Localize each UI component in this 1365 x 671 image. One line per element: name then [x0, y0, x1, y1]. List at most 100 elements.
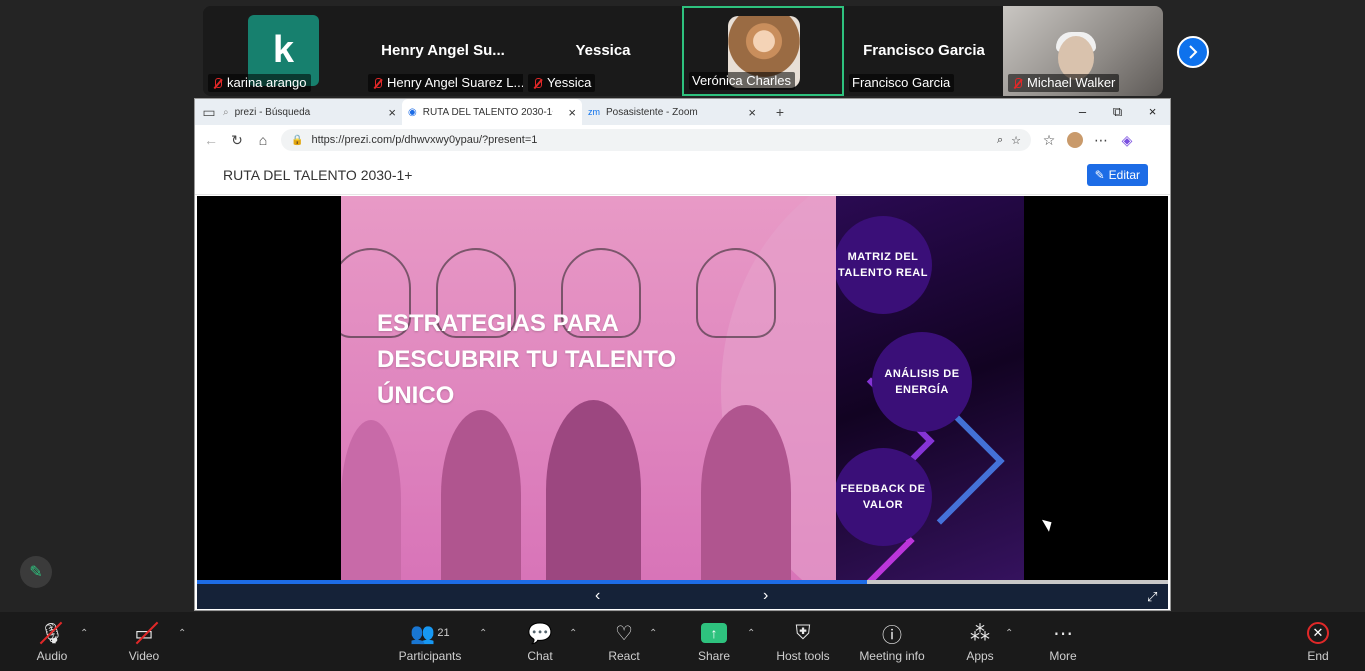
apps-icon: ⁂ — [970, 622, 990, 645]
react-button[interactable]: ♡ React — [584, 620, 664, 664]
end-call-icon: ✕ — [1307, 622, 1329, 644]
tab-prezi-search[interactable]: ⌕ prezi - Búsqueda × — [217, 99, 402, 125]
zoom-icon: zm — [588, 107, 600, 117]
participant-name-label: Verónica Charles — [689, 72, 795, 90]
participant-tile-active-speaker[interactable]: Verónica Charles — [682, 6, 844, 96]
more-options-icon[interactable]: ⋯ — [1093, 132, 1109, 149]
mic-muted-icon — [1011, 77, 1023, 90]
participant-name-label: karina arango — [208, 74, 311, 92]
new-tab-icon[interactable]: + — [772, 104, 788, 120]
participant-strip: k karina arango Henry Angel Su... Henry … — [203, 6, 1163, 96]
tab-label: prezi - Búsqueda — [234, 106, 311, 118]
participant-name: Yessica — [547, 75, 592, 90]
apps-button[interactable]: ⁂ Apps — [940, 620, 1020, 664]
tab-label: Posasistente - Zoom — [606, 106, 698, 118]
audio-button[interactable]: 🎙 Audio — [12, 620, 92, 664]
end-button[interactable]: ✕ End — [1278, 620, 1358, 663]
video-options-caret-icon[interactable]: ⌃ — [178, 628, 186, 639]
favorite-star-icon[interactable]: ☆ — [1011, 134, 1021, 147]
participants-button[interactable]: 👥 21 Participants — [390, 620, 470, 664]
meeting-toolbar: 🎙 Audio ⌃ ▭ Video ⌃ 👥 21 Participants ⌃ 💬… — [0, 612, 1365, 671]
share-button[interactable]: ↑ Share — [674, 620, 754, 663]
pencil-icon: ✎ — [1094, 168, 1105, 182]
audio-options-caret-icon[interactable]: ⌃ — [80, 628, 88, 639]
chat-label: Chat — [527, 649, 553, 663]
end-label: End — [1307, 649, 1329, 663]
mic-muted-icon — [531, 77, 543, 90]
close-icon[interactable]: × — [388, 105, 396, 120]
video-label: Video — [128, 649, 160, 663]
participant-tile[interactable]: Henry Angel Su... Henry Angel Suarez L..… — [363, 6, 529, 96]
participant-display-name: Francisco Garcia — [863, 42, 985, 59]
participant-tile[interactable]: Michael Walker — [1003, 6, 1163, 96]
audio-label: Audio — [36, 649, 68, 663]
profile-icon[interactable] — [1067, 132, 1083, 148]
participant-name-label: Yessica — [528, 74, 596, 92]
participant-name: Francisco Garcia — [852, 75, 951, 90]
presentation-stage[interactable]: ESTRATEGIAS PARA DESCUBRIR TU TALENTO ÚN… — [197, 196, 1168, 580]
restore-icon[interactable]: ⧉ — [1100, 99, 1135, 125]
zoom-page-icon[interactable]: ⌕ — [997, 134, 1003, 147]
chat-options-caret-icon[interactable]: ⌃ — [569, 628, 577, 639]
host-tools-button[interactable]: ⛨ Host tools — [763, 620, 843, 664]
tab-zoom[interactable]: zm Posasistente - Zoom × — [582, 99, 762, 125]
favorites-icon[interactable]: ☆ — [1041, 132, 1057, 149]
participant-display-name: Yessica — [575, 42, 631, 59]
presentation-nav-bar: ‹ › ⤢ — [197, 584, 1168, 609]
circle-label: FEEDBACK DE VALOR — [836, 448, 932, 546]
share-options-caret-icon[interactable]: ⌃ — [747, 628, 755, 639]
participant-name: Michael Walker — [1027, 75, 1116, 90]
participants-count: 21 — [437, 627, 450, 639]
meeting-info-button[interactable]: ⓘ Meeting info — [852, 620, 932, 664]
close-window-icon[interactable]: × — [1135, 99, 1170, 125]
video-button[interactable]: ▭ Video — [104, 620, 184, 664]
url-field[interactable]: 🔒 https://prezi.com/p/dhwvxwy0ypau/?pres… — [281, 129, 1031, 151]
edit-button[interactable]: ✎ Editar — [1086, 164, 1148, 186]
participant-tile[interactable]: Francisco Garcia Francisco Garcia — [844, 6, 1004, 96]
home-icon[interactable]: ⌂ — [255, 132, 271, 148]
apps-label: Apps — [966, 649, 994, 663]
previous-slide-icon[interactable]: ‹ — [595, 587, 600, 605]
slide-title: ESTRATEGIAS PARA DESCUBRIR TU TALENTO ÚN… — [377, 310, 677, 409]
participant-name: Verónica Charles — [692, 73, 791, 88]
slide-right-panel: MATRIZ DEL TALENTO REAL ANÁLISIS DE ENER… — [836, 196, 1024, 580]
participant-tile[interactable]: Yessica Yessica — [523, 6, 683, 96]
more-label: More — [1049, 649, 1077, 663]
fullscreen-icon[interactable]: ⤢ — [1147, 589, 1157, 605]
copilot-icon[interactable]: ◈ — [1119, 132, 1135, 149]
react-options-caret-icon[interactable]: ⌃ — [649, 628, 657, 639]
more-icon: ⋯ — [1053, 622, 1073, 645]
tab-bar: ▭ ⌕ prezi - Búsqueda × ◉ RUTA DEL TALENT… — [195, 99, 1170, 125]
refresh-icon[interactable]: ↻ — [229, 132, 245, 149]
shield-icon: ⛨ — [795, 621, 811, 644]
more-button[interactable]: ⋯ More — [1023, 620, 1103, 664]
participant-tile[interactable]: k karina arango — [203, 6, 363, 96]
participant-display-name: Henry Angel Su... — [381, 42, 505, 59]
back-icon[interactable]: ← — [203, 132, 219, 148]
participant-name-label: Henry Angel Suarez L... — [368, 74, 529, 92]
apps-options-caret-icon[interactable]: ⌃ — [1005, 628, 1013, 639]
minimize-icon[interactable]: – — [1065, 99, 1100, 125]
camera-off-icon: ▭ — [134, 622, 154, 645]
annotate-pencil-icon[interactable]: ✎ — [20, 556, 52, 588]
close-icon[interactable]: × — [568, 105, 576, 120]
mic-muted-icon — [211, 77, 223, 90]
tab-label: RUTA DEL TALENTO 2030-1+ by v — [422, 106, 553, 118]
host-tools-label: Host tools — [776, 649, 830, 663]
globe-icon: ◉ — [408, 106, 417, 118]
next-slide-icon[interactable]: › — [763, 587, 768, 605]
url-text: https://prezi.com/p/dhwvxwy0ypau/?presen… — [311, 134, 538, 146]
tab-actions-icon[interactable]: ▭ — [201, 104, 217, 121]
participants-label: Participants — [398, 649, 462, 663]
tab-prezi-presentation[interactable]: ◉ RUTA DEL TALENTO 2030-1+ by v × — [402, 99, 582, 125]
browser-window: ▭ ⌕ prezi - Búsqueda × ◉ RUTA DEL TALENT… — [194, 98, 1171, 611]
edit-label: Editar — [1108, 168, 1140, 182]
participants-options-caret-icon[interactable]: ⌃ — [479, 628, 487, 639]
close-icon[interactable]: × — [748, 105, 756, 120]
next-page-button[interactable] — [1177, 36, 1209, 68]
meeting-info-label: Meeting info — [859, 649, 925, 663]
info-icon: ⓘ — [882, 624, 902, 647]
mic-muted-icon — [371, 77, 383, 90]
chat-button[interactable]: 💬 Chat — [500, 620, 580, 664]
search-icon: ⌕ — [223, 106, 229, 118]
